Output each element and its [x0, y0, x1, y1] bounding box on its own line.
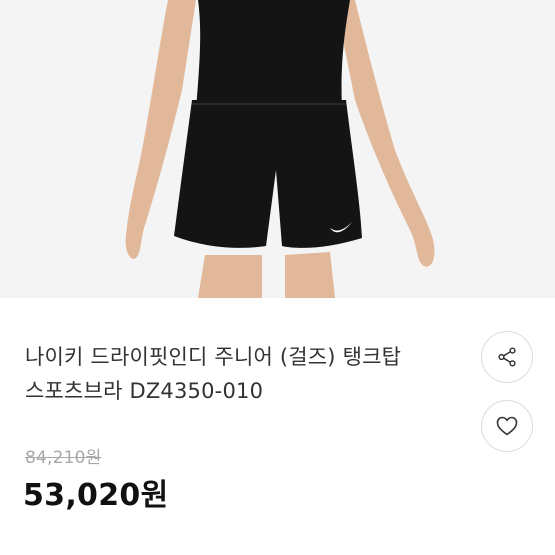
heart-icon: [496, 416, 518, 436]
product-info-panel: [0, 298, 555, 555]
share-icon: [498, 347, 516, 367]
product-title-line-1: 나이키 드라이핏인디 주니어 (걸즈) 탱크탑: [25, 345, 402, 369]
sale-price: 53,020원: [23, 478, 169, 513]
product-photo-illustration: [0, 0, 555, 298]
original-price: 84,210원: [25, 448, 102, 468]
product-title-line-2: 스포츠브라 DZ4350-010: [25, 379, 264, 403]
like-button[interactable]: [481, 400, 533, 452]
product-title: 나이키 드라이핏인디 주니어 (걸즈) 탱크탑 스포츠브라 DZ4350-010: [25, 340, 445, 408]
share-button[interactable]: [481, 331, 533, 383]
product-image[interactable]: [0, 0, 555, 298]
